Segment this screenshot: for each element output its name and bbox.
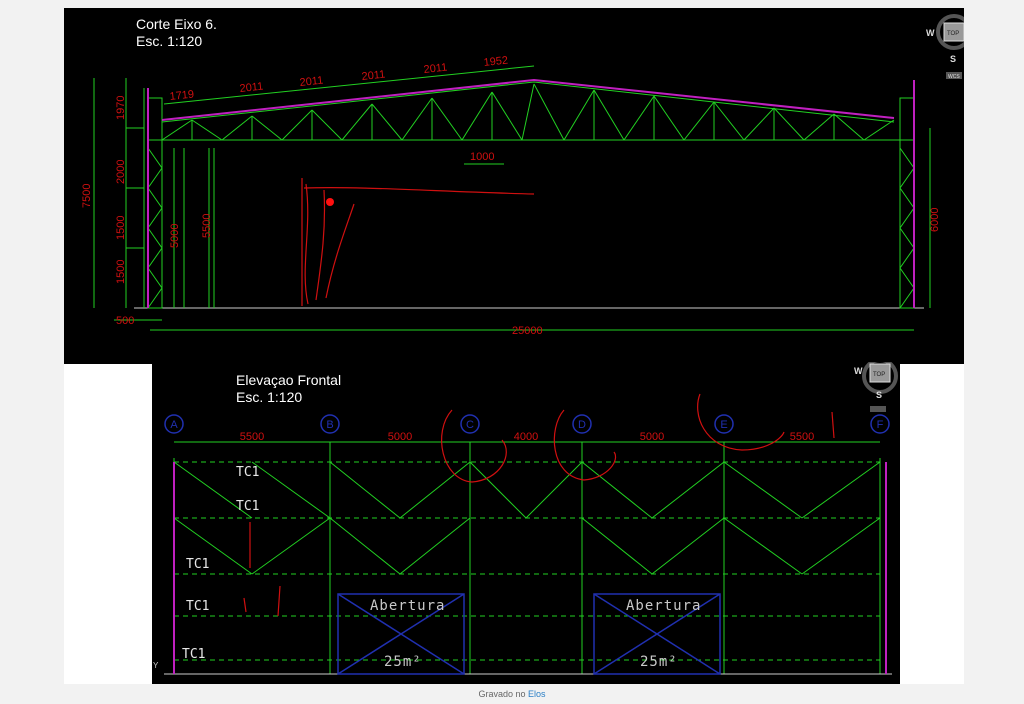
axis-label-b: B bbox=[326, 419, 333, 431]
dim-top-5: 2011 bbox=[423, 62, 448, 76]
dim-500: 500 bbox=[116, 315, 134, 327]
compass-south: S bbox=[950, 54, 956, 64]
tc-label-1: TC1 bbox=[236, 465, 259, 480]
dim-left-3: 1500 bbox=[115, 216, 127, 240]
dim-25000: 25000 bbox=[512, 325, 543, 337]
opening-1-area: 25m² bbox=[384, 654, 422, 670]
ucs-menu-button-2[interactable] bbox=[870, 406, 886, 412]
span-ef: 5500 bbox=[790, 431, 814, 443]
elevation-drawing-panel[interactable]: A B C D E F Abertura 25m² Abertura 25m² … bbox=[152, 362, 900, 684]
ucs-axis-y: Y bbox=[153, 661, 159, 670]
compass-west-2: W bbox=[854, 366, 863, 376]
viewcube-top-label: TOP bbox=[947, 31, 959, 37]
axis-label-c: C bbox=[466, 419, 474, 431]
axis-label-e: E bbox=[720, 419, 727, 431]
axis-label-f: F bbox=[877, 419, 884, 431]
viewcube-top-label-2: TOP bbox=[873, 372, 885, 378]
ucs-label: WCS bbox=[948, 74, 960, 80]
footer-prefix: Gravado no bbox=[478, 689, 526, 699]
recording-footer: Gravado no Elos bbox=[0, 689, 1024, 699]
elevation-drawing[interactable]: A B C D E F Abertura 25m² Abertura 25m² … bbox=[152, 362, 900, 684]
dim-top-3: 2011 bbox=[299, 75, 324, 89]
opening-2-label: Abertura bbox=[626, 598, 701, 614]
axis-label-a: A bbox=[170, 419, 178, 431]
dim-top-6: 1952 bbox=[483, 54, 509, 68]
dim-top-4: 2011 bbox=[361, 69, 386, 83]
dim-5500: 5500 bbox=[201, 214, 213, 238]
tc-label-2: TC1 bbox=[236, 499, 259, 514]
span-de: 5000 bbox=[640, 431, 664, 443]
elevation-title-block: Elevaçao Frontal Esc. 1:120 bbox=[236, 372, 341, 406]
viewcube-top[interactable]: TOP W S WCS bbox=[920, 12, 964, 84]
dim-left-2: 2000 bbox=[115, 160, 127, 184]
dim-total-height: 7500 bbox=[81, 184, 93, 208]
viewcube-bottom[interactable]: TOP W S bbox=[852, 362, 900, 418]
opening-2-area: 25m² bbox=[640, 654, 678, 670]
dim-6000: 6000 bbox=[929, 208, 941, 232]
span-bc: 5000 bbox=[388, 431, 412, 443]
dim-left-4: 1500 bbox=[115, 260, 127, 284]
span-cd: 4000 bbox=[514, 431, 538, 443]
opening-1-label: Abertura bbox=[370, 598, 445, 614]
tc-label-5: TC1 bbox=[182, 647, 205, 662]
dim-top-2: 2011 bbox=[239, 81, 264, 95]
elevation-scale: Esc. 1:120 bbox=[236, 389, 303, 405]
dim-left-1: 1970 bbox=[115, 96, 127, 120]
dim-5000: 5000 bbox=[169, 224, 181, 248]
section-drawing[interactable]: 1719 2011 2011 2011 2011 1952 1970 2000 … bbox=[64, 8, 964, 364]
section-title-block: Corte Eixo 6. Esc. 1:120 bbox=[136, 16, 217, 50]
dim-top-1: 1719 bbox=[169, 88, 195, 102]
cursor-marker bbox=[326, 198, 334, 206]
elevation-title: Elevaçao Frontal bbox=[236, 372, 342, 388]
compass-south-2: S bbox=[876, 390, 882, 400]
elos-link[interactable]: Elos bbox=[528, 689, 546, 699]
section-drawing-panel[interactable]: 1719 2011 2011 2011 2011 1952 1970 2000 … bbox=[64, 8, 964, 364]
span-ab: 5500 bbox=[240, 431, 264, 443]
dim-1000: 1000 bbox=[470, 151, 494, 163]
tc-label-3: TC1 bbox=[186, 557, 209, 572]
section-title: Corte Eixo 6. bbox=[136, 16, 217, 32]
tc-label-4: TC1 bbox=[186, 599, 209, 614]
section-scale: Esc. 1:120 bbox=[136, 33, 203, 49]
compass-west: W bbox=[926, 28, 935, 38]
axis-label-d: D bbox=[578, 419, 586, 431]
